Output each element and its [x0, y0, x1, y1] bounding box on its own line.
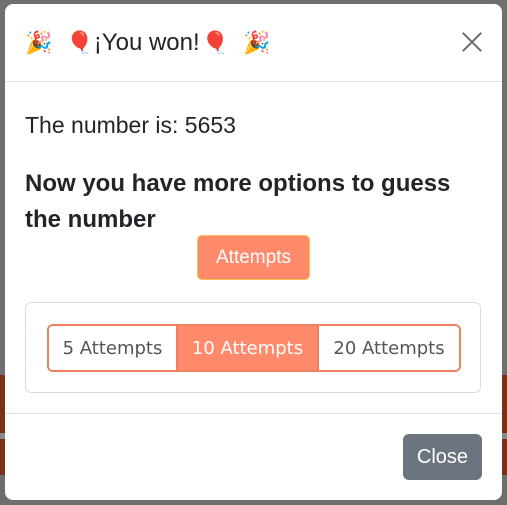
attempts-card: 5 Attempts 10 Attempts 20 Attempts [25, 302, 481, 393]
options-heading: Now you have more options to guess the n… [25, 170, 451, 233]
close-button[interactable]: Close [403, 434, 482, 480]
modal-header: 🎉 🎈 ¡You won! 🎈 🎉 [5, 4, 502, 82]
attempts-option-5[interactable]: 5 Attempts [49, 326, 178, 370]
party-popper-icon: 🎉 [25, 29, 53, 55]
modal-footer-divider [5, 413, 502, 414]
party-popper-icon: 🎉 [243, 29, 271, 55]
balloon-icon: 🎈 [201, 29, 230, 55]
win-modal: 🎉 🎈 ¡You won! 🎈 🎉 The number is: 5653 No… [5, 4, 502, 500]
modal-body: The number is: 5653 Now you have more op… [25, 104, 482, 280]
number-result: The number is: 5653 [25, 112, 236, 138]
attempts-option-20[interactable]: 20 Attempts [319, 326, 459, 370]
modal-title: 🎉 🎈 ¡You won! 🎈 🎉 [25, 29, 270, 57]
balloon-icon: 🎈 [66, 29, 94, 55]
modal-title-text: ¡You won! [93, 28, 200, 56]
attempts-button[interactable]: Attempts [197, 235, 310, 280]
attempts-option-10[interactable]: 10 Attempts [178, 326, 319, 370]
close-icon[interactable] [458, 28, 486, 56]
attempts-button-group: 5 Attempts 10 Attempts 20 Attempts [47, 324, 461, 372]
